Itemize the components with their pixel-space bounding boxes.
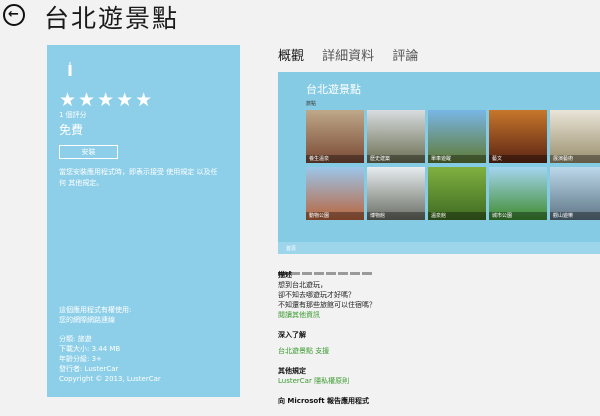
app-screenshot[interactable]: 台北遊景點 旅點 養生溫泉 歷史建築 單車遊蹤 藝文 展演藝術 動物公園 博物館…: [278, 72, 600, 254]
store-page: ← 台北遊景點 ★★★★★ 1 個評分 免費 安裝 當您安裝應用程式時，即表示接…: [0, 0, 600, 416]
screenshot-title: 台北遊景點: [306, 83, 361, 96]
tab-bar: 概觀 詳細資料 評論: [278, 45, 432, 64]
permissions-heading: 這個應用程式有權使用:: [59, 306, 132, 314]
app-metadata: 分類: 旅遊 下載大小: 3.44 MB 年齡分級: 3+ 發行者: Luste…: [59, 334, 161, 384]
copyright-text: Copyright © 2013, LusterCar: [59, 375, 161, 383]
privacy-link[interactable]: LusterCar 隱私權原則: [278, 376, 598, 386]
app-logo-icon: [68, 62, 72, 76]
support-link[interactable]: 台北遊景點 支援: [278, 346, 598, 356]
terms-line: 當您安裝應用程式時，即表示接受 使用規定 以及任: [59, 168, 218, 176]
screenshot-footer-label: 首頁: [286, 246, 297, 252]
permissions-text: 這個應用程式有權使用: 您的網際網路連線: [59, 305, 131, 325]
description-line: 卻不知去哪遊玩才好嗎？: [278, 291, 355, 299]
rating-stars: ★★★★★: [59, 89, 155, 111]
price-label: 免費: [59, 123, 84, 137]
details-section: 描述 想到台北遊玩， 卻不知去哪遊玩才好嗎？ 不知還有那些旅館可以住宿嗎？ 閱讀…: [278, 270, 598, 406]
page-title: 台北遊景點: [44, 4, 180, 33]
permissions-item: 您的網際網路連線: [59, 316, 115, 324]
screenshot-tile: 藝文: [489, 110, 547, 163]
description-line: 想到台北遊玩，: [278, 281, 327, 289]
publisher-text: 發行者: LusterCar: [59, 365, 119, 373]
screenshot-tile: 溫泉館: [428, 167, 486, 220]
install-button[interactable]: 安裝: [59, 145, 118, 159]
screenshot-tile: 博物館: [367, 167, 425, 220]
screenshot-subtitle: 旅點: [306, 101, 317, 107]
screenshot-tile: 養生溫泉: [306, 110, 364, 163]
screenshot-tile: 城市公園: [489, 167, 547, 220]
other-terms-heading: 其他規定: [278, 367, 306, 375]
screenshot-tile: 單車遊蹤: [428, 110, 486, 163]
more-info-link[interactable]: 閱讀其他資訊: [278, 310, 598, 320]
app-info-panel: ★★★★★ 1 個評分 免費 安裝 當您安裝應用程式時，即表示接受 使用規定 以…: [47, 45, 240, 397]
rating-count: 1 個評分: [59, 111, 87, 119]
screenshot-tile: 歷史建築: [367, 110, 425, 163]
report-app-heading[interactable]: 向 Microsoft 報告應用程式: [278, 396, 598, 406]
screenshot-footer: 首頁: [278, 242, 600, 254]
tab-reviews[interactable]: 評論: [392, 49, 418, 64]
screenshot-tile: 動物公園: [306, 167, 364, 220]
back-button[interactable]: ←: [3, 4, 25, 26]
tab-details[interactable]: 詳細資料: [322, 49, 374, 64]
terms-line: 何 其他規定。: [59, 179, 104, 187]
screenshot-pager: [278, 260, 378, 275]
age-rating-text: 年齡分級: 3+: [59, 355, 102, 363]
size-text: 下載大小: 3.44 MB: [59, 345, 121, 353]
terms-text: 當您安裝應用程式時，即表示接受 使用規定 以及任 何 其他規定。: [59, 167, 234, 189]
description-line: 不知還有那些旅館可以住宿嗎？: [278, 301, 376, 309]
description-heading: 描述: [278, 271, 292, 279]
learn-more-heading: 深入了解: [278, 331, 306, 339]
back-arrow-icon: ←: [8, 7, 19, 22]
screenshot-tile: 展演藝術: [550, 110, 600, 163]
screenshot-tile: 觀山遊樂: [550, 167, 600, 220]
category-text: 分類: 旅遊: [59, 335, 92, 343]
tab-overview[interactable]: 概觀: [278, 49, 304, 64]
